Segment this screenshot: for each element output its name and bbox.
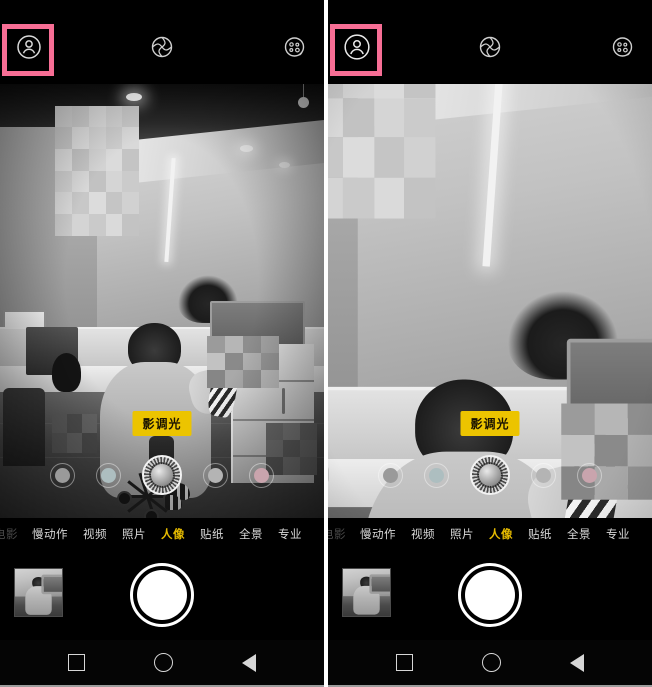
mode-item-video[interactable]: 视频 xyxy=(83,526,107,542)
filter-icon[interactable] xyxy=(280,32,310,62)
nav-back-button[interactable] xyxy=(569,653,584,672)
gallery-thumbnail-button[interactable] xyxy=(14,568,63,617)
gallery-thumbnail-button[interactable] xyxy=(342,568,391,617)
android-nav-bar[interactable] xyxy=(328,640,652,687)
portrait-mode-icon[interactable] xyxy=(14,32,44,62)
camera-viewfinder[interactable]: 影调光 xyxy=(0,84,324,518)
camera-shutter-bar xyxy=(0,550,324,640)
panel-after: 影调光 电影 慢动作 视频 照片 人像 贴纸 全景 专业 xyxy=(328,0,652,687)
mode-item-portrait[interactable]: 人像 xyxy=(161,526,185,542)
camera-viewfinder[interactable]: 影调光 xyxy=(328,84,652,518)
mode-item-slowmo[interactable]: 慢动作 xyxy=(32,526,68,542)
mode-item-video[interactable]: 视频 xyxy=(411,526,435,542)
filter-dot-1[interactable] xyxy=(50,462,75,488)
shutter-button[interactable] xyxy=(458,563,522,627)
filter-dots-row[interactable] xyxy=(0,454,324,496)
filter-dot-5[interactable] xyxy=(249,462,274,488)
mode-item-sticker[interactable]: 贴纸 xyxy=(200,526,224,542)
camera-shutter-bar xyxy=(328,550,652,640)
mode-item-pro[interactable]: 专业 xyxy=(278,526,302,542)
filter-dot-3-selected[interactable] xyxy=(470,455,510,495)
nav-recents-button[interactable] xyxy=(68,654,86,671)
nav-home-button[interactable] xyxy=(153,653,173,672)
mode-item-photo[interactable]: 照片 xyxy=(122,526,146,542)
camera-top-bar xyxy=(328,0,652,84)
mode-item-pro[interactable]: 专业 xyxy=(606,526,630,542)
mode-item-sticker[interactable]: 贴纸 xyxy=(528,526,552,542)
filter-dots-row[interactable] xyxy=(328,454,652,496)
filter-dot-2[interactable] xyxy=(96,462,121,488)
nav-home-button[interactable] xyxy=(481,653,501,672)
mode-item-cutoff[interactable]: 电影 xyxy=(328,526,346,542)
mode-item-cutoff[interactable]: 电影 xyxy=(0,526,18,542)
android-nav-bar[interactable] xyxy=(0,640,324,687)
mode-item-photo[interactable]: 照片 xyxy=(450,526,474,542)
shutter-button[interactable] xyxy=(130,563,194,627)
flash-aperture-icon[interactable] xyxy=(475,32,505,62)
filter-dot-4[interactable] xyxy=(203,462,228,488)
nav-back-button[interactable] xyxy=(241,653,256,672)
scene-photo xyxy=(0,84,324,518)
panel-before: 影调光 电影 慢动作 视频 照片 人像 贴纸 全景 专业 xyxy=(0,0,324,687)
mode-item-slowmo[interactable]: 慢动作 xyxy=(360,526,396,542)
filter-name-chip: 影调光 xyxy=(132,411,192,436)
mode-item-portrait[interactable]: 人像 xyxy=(489,526,513,542)
screenshot-root: 影调光 电影 慢动作 视频 照片 人像 贴纸 全景 专业 xyxy=(0,0,652,687)
camera-mode-bar[interactable]: 电影 慢动作 视频 照片 人像 贴纸 全景 专业 xyxy=(0,518,324,550)
flash-aperture-icon[interactable] xyxy=(147,32,177,62)
mode-item-panorama[interactable]: 全景 xyxy=(567,526,591,542)
filter-dot-5[interactable] xyxy=(577,462,602,488)
filter-dot-3-selected[interactable] xyxy=(142,455,182,495)
camera-top-bar xyxy=(0,0,324,84)
scene-photo xyxy=(328,84,652,518)
mode-item-panorama[interactable]: 全景 xyxy=(239,526,263,542)
filter-dot-4[interactable] xyxy=(531,462,556,488)
camera-mode-bar[interactable]: 电影 慢动作 视频 照片 人像 贴纸 全景 专业 xyxy=(328,518,652,550)
portrait-mode-icon[interactable] xyxy=(342,32,372,62)
filter-dot-1[interactable] xyxy=(378,462,403,488)
filter-dot-2[interactable] xyxy=(424,462,449,488)
filter-icon[interactable] xyxy=(608,32,638,62)
filter-name-chip: 影调光 xyxy=(460,411,520,436)
nav-recents-button[interactable] xyxy=(396,654,414,671)
